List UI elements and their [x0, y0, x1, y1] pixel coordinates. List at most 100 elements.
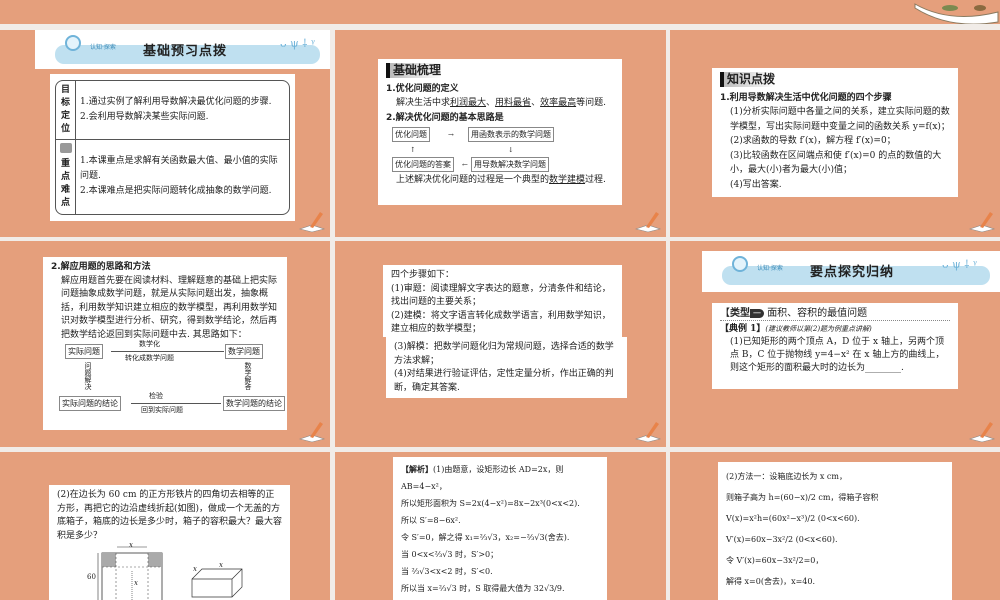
flow-label: 数学化 [139, 340, 160, 348]
heading: 2.解应用题的思路和方法 [51, 262, 151, 272]
flow-box: 实际问题的结论 [59, 396, 121, 411]
content-card: 四个步骤如下： (1)审题：阅读理解文字表达的题意，分清条件和结论，找出问题的主… [383, 265, 622, 337]
keypoint-item: 1.本课重点是求解有关函数最大值、最小值的实际问题. [80, 156, 278, 182]
goals-table-card: 目标定位 1.通过实例了解利用导数解决最优化问题的步骤. 2.会利用导数解决某些实… [50, 74, 295, 221]
solution-line: V′(x)=60x−3x²/2 (0<x<60). [726, 535, 838, 544]
slide-1[interactable]: 认知·探索 基础预习点拨 ᴗ ψ ⸸ ᵞ 目标定位 1.通过实例了解利用导数解决… [0, 30, 330, 237]
flow-label: 问题解决 [84, 362, 92, 390]
figure: x 60 x x x [57, 541, 282, 600]
book-decoration-icon [914, 3, 999, 24]
goals-table: 目标定位 1.通过实例了解利用导数解决最优化问题的步骤. 2.会利用导数解决某些实… [55, 80, 290, 215]
goal-item: 1.通过实例了解利用导数解决最优化问题的步骤. [80, 96, 272, 107]
content-card: 【解析】(1)由题意，设矩形边长 AD=2x，则 AB=4−x²， 所以矩形面积… [393, 457, 607, 600]
solution-line: 解得 x=0(舍去)，x=40. [726, 577, 816, 586]
section-title: 知识点拨 [720, 72, 776, 87]
arrow-up-icon: ↑ [410, 146, 416, 154]
pencil-book-icon [298, 422, 326, 443]
flow-box: 数学问题 [225, 344, 263, 359]
solution-line: 当 ⅔√3<x<2 时，S′<0. [401, 567, 493, 576]
flowchart: 实际问题 数学化 转化成数学问题 数学问题 数学解答 问题解决 实际问题的结论 … [51, 340, 285, 414]
step: (4)写出答案. [730, 179, 782, 190]
step-line: (2)建模：将文字语言转化成数学语言，利用数学知识，建立相应的数学模型； [391, 310, 611, 335]
flow-box: 用导数解决数学问题 [471, 157, 549, 172]
flowchart: 优化问题 → 用函数表示的数学问题 ↑ ↓ 优化问题的答案 ← 用导数解决数学问… [386, 125, 614, 173]
solution-line: (2)方法一：设箱底边长为 x cm， [726, 472, 847, 481]
scroll-icon [59, 143, 72, 154]
content-card: (2)在边长为 60 cm 的正方形铁片的四角切去相等的正方形，再把它的边沿虚线… [49, 485, 290, 600]
step-line: (3)解模：把数学问题化归为常规问题，选择合适的数学方法求解； [394, 342, 614, 366]
flow-box: 用函数表示的数学问题 [468, 127, 554, 142]
solution-line: V(x)=x²h=(60x²−x³)/2 (0<x<60). [726, 514, 860, 523]
section-header: 认知·探索 要点探究归纳 ᴗ ψ ⸸ ᵞ [702, 251, 1000, 292]
heading: 2.解决优化问题的基本思路是 [386, 112, 504, 123]
solution-line: 所以当 x=⅔√3 时，S 取得最大值为 32√3/9. [401, 584, 565, 593]
arrow-left-icon: ← [462, 161, 468, 169]
pencil-book-icon [968, 212, 996, 233]
solution-line: 令 S′=0，解之得 x₁=⅔√3，x₂=−⅔√3(舍去). [401, 533, 570, 542]
flow-box: 优化问题 [392, 127, 430, 142]
example-heading: 【典例 1】(建议教师以第(2)题为例重点讲解) [720, 324, 872, 334]
flow-label: 检验 [149, 392, 163, 400]
figure-label-x: x [134, 579, 138, 587]
paragraph: 解应用题首先要在阅读材料、理解题意的基础上把实际问题抽象成数学问题，就是从实际问… [61, 275, 278, 340]
keypoint-item: 2.本课难点是把实际问题转化成抽象的数学问题. [80, 186, 272, 197]
content-card: 【类型一 面积、容积的最值问题 【典例 1】(建议教师以第(2)题为例重点讲解)… [712, 303, 958, 389]
paragraph: 解决生活中求利润最大、用料最省、效率最高等问题. [396, 98, 606, 108]
content-card: 2.解应用题的思路和方法 解应用题首先要在阅读材料、理解题意的基础上把实际问题抽… [43, 257, 287, 430]
figure-label-x: x [219, 561, 223, 569]
step: (3)比较函数在区间端点和使 f′(x)=0 的点的数值的大小，最大(小)者为最… [730, 150, 942, 176]
flow-label: 数学解答 [244, 362, 252, 390]
type-title: 面积、容积的最值问题 [767, 308, 868, 319]
flow-box: 优化问题的答案 [392, 157, 454, 172]
flow-label: 转化成数学问题 [125, 354, 174, 362]
slide-8[interactable]: 【解析】(1)由题意，设矩形边长 AD=2x，则 AB=4−x²， 所以矩形面积… [335, 452, 666, 600]
slide-7[interactable]: (2)在边长为 60 cm 的正方形铁片的四角切去相等的正方形，再把它的边沿虚线… [0, 452, 330, 600]
figure-label-x: x [193, 565, 197, 573]
problem-text: (2)在边长为 60 cm 的正方形铁片的四角切去相等的正方形，再把它的边沿虚线… [57, 490, 283, 541]
content-card: 知识点拨 1.利用导数解决生活中优化问题的四个步骤 (1)分析实际问题中各量之间… [712, 68, 958, 197]
flow-box: 数学问题的结论 [223, 396, 285, 411]
flow-label: 回到实际问题 [141, 406, 183, 414]
solution-line: 当 0<x<⅔√3 时，S′>0； [401, 550, 499, 559]
goal-item: 2.会利用导数解决某些实际问题. [80, 111, 209, 122]
slide-9[interactable]: (2)方法一：设箱底边长为 x cm， 则箱子高为 h=(60−x)/2 cm，… [670, 452, 1000, 600]
solution-line: 则箱子高为 h=(60−x)/2 cm，得箱子容积 [726, 493, 879, 502]
slide-strip-top[interactable] [0, 0, 1000, 24]
section-title: 基础梳理 [386, 63, 442, 78]
step: (1)分析实际问题中各量之间的关系，建立实际问题的数学模型，写出实际问题中变量之… [730, 107, 950, 132]
magnifier-icon [732, 256, 748, 272]
step: (2)求函数的导数 f′(x)，解方程 f′(x)=0； [730, 136, 896, 146]
sprout-icon: ᴗ ψ ⸸ ᵞ [942, 258, 978, 271]
label-goals: 目标定位 [56, 81, 76, 140]
content-card: (2)方法一：设箱底边长为 x cm， 则箱子高为 h=(60−x)/2 cm，… [718, 462, 952, 600]
solution-line: 所以 S′=8−6x². [401, 516, 461, 525]
header-subtitle: 认知·探索 [90, 44, 116, 51]
header-title: 基础预习点拨 [143, 44, 228, 59]
slide-3[interactable]: 知识点拨 1.利用导数解决生活中优化问题的四个步骤 (1)分析实际问题中各量之间… [670, 30, 1000, 237]
content-card: 基础梳理 1.优化问题的定义 解决生活中求利润最大、用料最省、效率最高等问题. … [378, 59, 622, 205]
header-subtitle: 认知·探索 [757, 265, 783, 272]
type-number: 一 [750, 309, 764, 318]
pencil-book-icon [634, 212, 662, 233]
arrow-down-icon: ↓ [508, 146, 514, 154]
heading: 1.优化问题的定义 [386, 83, 459, 94]
step-line: 四个步骤如下： [391, 270, 455, 280]
step-line: (1)审题：阅读理解文字表达的题意，分清条件和结论，找出问题的主要关系； [391, 283, 611, 308]
figure-label-x: x [129, 541, 133, 549]
pencil-book-icon [968, 422, 996, 443]
step-line: (4)对结果进行验证评估，定性定量分析，作出正确的判断，确定其答案. [394, 369, 614, 393]
solution-line: 令 V′(x)=60x−3x²/2=0， [726, 556, 824, 565]
pencil-book-icon [634, 422, 662, 443]
arrow-right-icon: → [448, 131, 454, 139]
solution-line: 【解析】(1)由题意，设矩形边长 AD=2x，则 AB=4−x²， [401, 464, 564, 491]
slide-6[interactable]: 认知·探索 要点探究归纳 ᴗ ψ ⸸ ᵞ 【类型一 面积、容积的最值问题 【典例… [670, 241, 1000, 447]
magnifier-icon [65, 35, 81, 51]
slide-5[interactable]: 四个步骤如下： (1)审题：阅读理解文字表达的题意，分清条件和结论，找出问题的主… [335, 241, 666, 447]
content-card: (3)解模：把数学问题化归为常规问题，选择合适的数学方法求解； (4)对结果进行… [386, 337, 627, 398]
slide-2[interactable]: 基础梳理 1.优化问题的定义 解决生活中求利润最大、用料最省、效率最高等问题. … [335, 30, 666, 237]
paragraph: 上述解决优化问题的过程是一个典型的数学建模过程. [396, 175, 606, 185]
slide-4[interactable]: 2.解应用题的思路和方法 解应用题首先要在阅读材料、理解题意的基础上把实际问题抽… [0, 241, 330, 447]
sprout-icon: ᴗ ψ ⸸ ᵞ [280, 37, 316, 50]
solution-line: 所以矩形面积为 S=2x(4−x²)=8x−2x³(0<x<2). [401, 499, 580, 508]
type-banner: 【类型一 面积、容积的最值问题 [720, 307, 950, 321]
